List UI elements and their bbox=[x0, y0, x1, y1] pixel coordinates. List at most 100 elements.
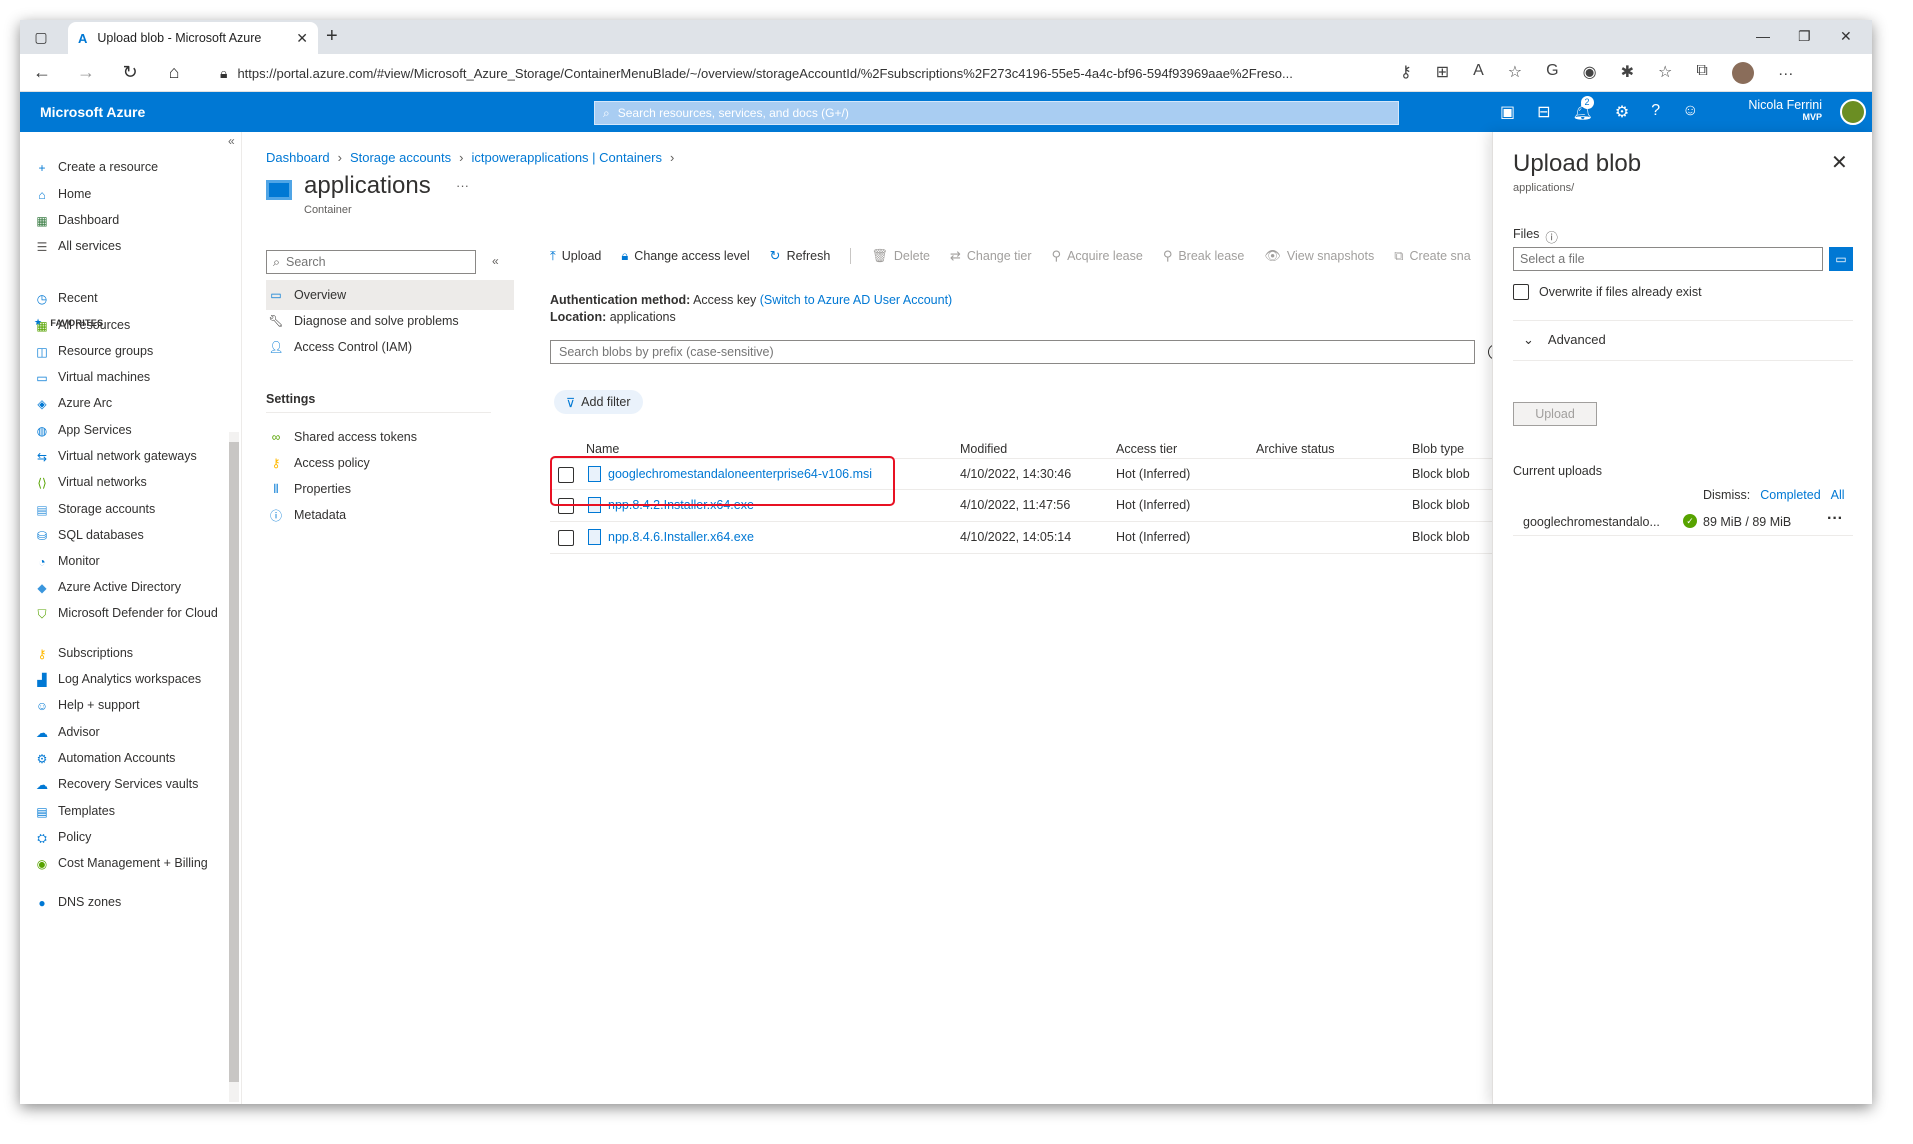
refresh-button[interactable]: ↻ Refresh bbox=[770, 248, 831, 264]
sidebar-item-advisor[interactable]: ☁ Advisor bbox=[34, 725, 224, 741]
collapse-menu-icon[interactable]: « bbox=[492, 254, 499, 268]
more-options-icon[interactable]: ··· bbox=[456, 178, 469, 193]
column-header-access-tier[interactable]: Access tier bbox=[1116, 442, 1177, 456]
sidebar-item-azure-arc[interactable]: ◈ Azure Arc bbox=[34, 396, 224, 412]
blob-prefix-input[interactable] bbox=[559, 345, 1459, 359]
feedback-icon[interactable]: ☺ bbox=[1682, 102, 1698, 122]
dismiss-all-link[interactable]: All bbox=[1831, 488, 1845, 502]
file-select-field[interactable] bbox=[1513, 247, 1823, 271]
directory-filter-icon[interactable]: ⊟ bbox=[1537, 102, 1550, 122]
sidebar-item-app-services[interactable]: ◍ App Services bbox=[34, 423, 224, 439]
table-row[interactable]: npp.8.4.6.Installer.x64.exe 4/10/2022, 1… bbox=[550, 522, 1530, 554]
sidebar-item-resource-groups[interactable]: ◫ Resource groups bbox=[34, 344, 224, 360]
change-tier-button[interactable]: ⇄ Change tier bbox=[950, 248, 1032, 264]
sidebar-item-dashboard[interactable]: ▦ Dashboard bbox=[34, 213, 224, 229]
forward-icon[interactable]: → bbox=[74, 62, 98, 83]
reload-icon[interactable]: ↻ bbox=[118, 62, 142, 83]
sidebar-item-policy[interactable]: ⛭ Policy bbox=[34, 830, 224, 846]
home-icon[interactable]: ⌂ bbox=[162, 62, 186, 83]
menu-item-iam[interactable]: 👤︎ Access Control (IAM) bbox=[266, 332, 514, 362]
advanced-toggle[interactable]: ⌄ Advanced bbox=[1523, 332, 1606, 348]
view-snapshots-button[interactable]: 👁︎ View snapshots bbox=[1264, 248, 1374, 264]
sidebar-item-help-support[interactable]: ☺ Help + support bbox=[34, 698, 224, 714]
help-icon[interactable]: ? bbox=[1651, 102, 1660, 122]
dismiss-completed-link[interactable]: Completed bbox=[1760, 488, 1820, 502]
column-header-blob-type[interactable]: Blob type bbox=[1412, 442, 1464, 456]
puzzle-icon[interactable]: ✱ bbox=[1621, 62, 1634, 84]
switch-auth-link[interactable]: (Switch to Azure AD User Account) bbox=[760, 293, 952, 307]
minimize-button[interactable]: — bbox=[1756, 28, 1770, 44]
tab-actions-icon[interactable]: ▢ bbox=[30, 26, 52, 48]
collapse-sidebar-icon[interactable]: « bbox=[228, 134, 235, 148]
sidebar-item-create-a-resource[interactable]: + Create a resource bbox=[34, 160, 224, 176]
breadcrumb-dashboard[interactable]: Dashboard bbox=[266, 150, 330, 165]
sidebar-item-cost-management-billing[interactable]: ◉ Cost Management + Billing bbox=[34, 856, 224, 872]
blade-search-input[interactable] bbox=[286, 255, 457, 269]
profile-avatar[interactable] bbox=[1731, 62, 1754, 84]
break-lease-button[interactable]: ⚲ Break lease bbox=[1163, 248, 1245, 264]
blob-prefix-search[interactable] bbox=[550, 340, 1475, 364]
sidebar-item-virtual-networks[interactable]: ⟨⟩ Virtual networks bbox=[34, 475, 224, 491]
back-icon[interactable]: ← bbox=[30, 62, 54, 83]
delete-button[interactable]: 🗑︎ Delete bbox=[871, 248, 930, 264]
blade-search[interactable]: ⌕ bbox=[266, 250, 476, 274]
sidebar-scrollbar[interactable] bbox=[229, 442, 239, 1082]
sidebar-item-templates[interactable]: ▤ Templates bbox=[34, 804, 224, 820]
column-header-modified[interactable]: Modified bbox=[960, 442, 1007, 456]
row-checkbox[interactable] bbox=[558, 530, 574, 546]
overwrite-checkbox[interactable] bbox=[1513, 284, 1529, 300]
change-access-button[interactable]: 🔒︎ Change access level bbox=[621, 248, 749, 264]
global-search[interactable]: ⌕ bbox=[594, 101, 1399, 125]
user-account[interactable]: Nicola Ferrini MVP bbox=[1748, 98, 1822, 122]
create-snapshot-button[interactable]: ⧉ Create sna bbox=[1394, 248, 1470, 264]
sidebar-item-microsoft-defender-for-cloud[interactable]: ⛉ Microsoft Defender for Cloud bbox=[34, 606, 224, 622]
sidebar-item-storage-accounts[interactable]: ▤ Storage accounts bbox=[34, 502, 224, 518]
more-icon[interactable]: … bbox=[1778, 62, 1794, 84]
brand-title[interactable]: Microsoft Azure bbox=[40, 104, 145, 120]
breadcrumb-containers[interactable]: ictpowerapplications | Containers bbox=[471, 150, 662, 165]
close-icon[interactable]: ✕ bbox=[1831, 150, 1848, 175]
restore-button[interactable]: ❐ bbox=[1798, 28, 1811, 45]
more-options-icon[interactable]: ··· bbox=[1827, 510, 1843, 528]
url-field[interactable]: 🔒︎ https://portal.azure.com/#view/Micros… bbox=[220, 59, 1420, 87]
sidebar-item-virtual-network-gateways[interactable]: ⇆ Virtual network gateways bbox=[34, 449, 224, 465]
upload-submit-button[interactable]: Upload bbox=[1513, 402, 1597, 426]
overwrite-option[interactable]: Overwrite if files already exist bbox=[1513, 284, 1702, 300]
cloud-shell-icon[interactable]: ▣ bbox=[1500, 102, 1515, 122]
notifications-icon[interactable]: 🔔︎ 2 bbox=[1573, 96, 1594, 122]
sidebar-item-automation-accounts[interactable]: ⚙ Automation Accounts bbox=[34, 751, 224, 767]
apps-icon[interactable]: ⊞ bbox=[1436, 62, 1449, 84]
favorites-icon[interactable]: ☆ bbox=[1658, 62, 1672, 84]
acquire-lease-button[interactable]: ⚲ Acquire lease bbox=[1052, 248, 1143, 264]
close-tab-icon[interactable]: ✕ bbox=[296, 30, 308, 47]
file-select-input[interactable] bbox=[1520, 252, 1810, 266]
extension-icon[interactable]: G bbox=[1546, 62, 1558, 84]
favorite-add-icon[interactable]: ☆ bbox=[1508, 62, 1522, 84]
sidebar-item-azure-active-directory[interactable]: ◆ Azure Active Directory bbox=[34, 580, 224, 596]
user-avatar[interactable] bbox=[1840, 99, 1866, 125]
close-window-button[interactable]: ✕ bbox=[1840, 28, 1852, 45]
column-header-archive-status[interactable]: Archive status bbox=[1256, 442, 1335, 456]
breadcrumb-storage-accounts[interactable]: Storage accounts bbox=[350, 150, 451, 165]
sidebar-item-dns-zones[interactable]: ● DNS zones bbox=[34, 895, 224, 911]
column-header-name[interactable]: Name bbox=[586, 442, 619, 456]
sidebar-item-monitor[interactable]: ◔ Monitor bbox=[34, 554, 224, 570]
sidebar-item-virtual-machines[interactable]: ▭ Virtual machines bbox=[34, 370, 224, 386]
browse-folder-button[interactable]: ▭ bbox=[1829, 247, 1853, 271]
global-search-input[interactable] bbox=[617, 106, 1318, 120]
key-icon[interactable]: ⚷ bbox=[1400, 62, 1412, 84]
blob-name-link[interactable]: npp.8.4.6.Installer.x64.exe bbox=[608, 530, 754, 544]
new-tab-button[interactable]: + bbox=[326, 26, 338, 46]
sidebar-item-home[interactable]: ⌂ Home bbox=[34, 187, 224, 203]
upload-button[interactable]: ⤒ Upload bbox=[550, 248, 601, 264]
settings-gear-icon[interactable]: ⚙ bbox=[1615, 102, 1629, 122]
menu-item-metadata[interactable]: ⓘ Metadata bbox=[266, 500, 514, 530]
sidebar-item-log-analytics-workspaces[interactable]: ▟ Log Analytics workspaces bbox=[34, 672, 224, 688]
sidebar-item-all-services[interactable]: ☰ All services bbox=[34, 239, 224, 255]
info-icon[interactable]: ⓘ bbox=[1545, 227, 1558, 246]
sidebar-item-recent[interactable]: ◷ Recent bbox=[34, 291, 224, 307]
sidebar-item-sql-databases[interactable]: ⛁ SQL databases bbox=[34, 528, 224, 544]
read-aloud-icon[interactable]: A bbox=[1473, 62, 1484, 84]
browser-tab[interactable]: A Upload blob - Microsoft Azure ✕ bbox=[68, 22, 318, 54]
sidebar-item-subscriptions[interactable]: ⚷ Subscriptions bbox=[34, 646, 224, 662]
